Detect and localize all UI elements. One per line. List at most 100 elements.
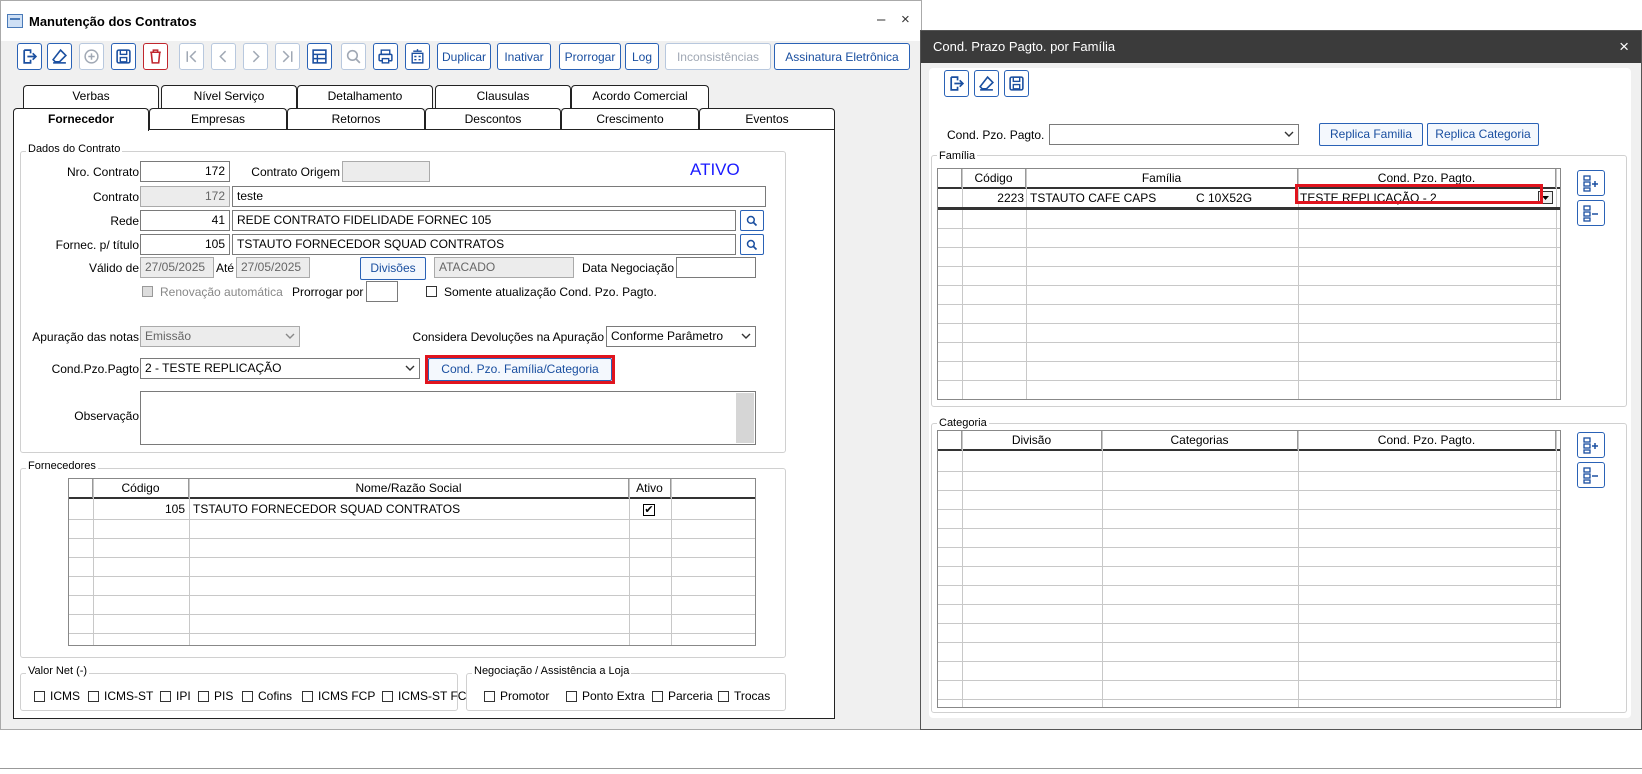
col-header-codigo[interactable]: Código [93,479,189,499]
observacao-textarea[interactable] [140,391,756,445]
valido-de-label: Válido de [88,261,139,275]
tab-acordo-comercial[interactable]: Acordo Comercial [571,85,709,108]
ativo-checkbox[interactable]: ✔ [643,504,655,516]
clear-button[interactable] [47,43,72,70]
contrato-origem-field[interactable] [342,161,430,182]
grid-line [69,519,755,520]
apuracao-label: Apuração das notas [32,330,139,344]
print-button[interactable] [373,43,398,70]
somente-atualizacao-checkbox[interactable] [426,286,437,297]
prorrogar-por-field[interactable] [366,281,398,302]
fornec-code-field[interactable]: 105 [140,234,230,255]
trocas-checkbox[interactable] [718,691,729,702]
log-button[interactable]: Log [625,43,659,70]
tab-empresas[interactable]: Empresas [149,108,287,131]
parceria-checkbox[interactable] [652,691,663,702]
divisoes-button[interactable]: Divisões [360,257,426,280]
inativar-button[interactable]: Inativar [497,43,551,70]
replica-categoria-button[interactable]: Replica Categoria [1427,123,1539,146]
promotor-checkbox[interactable] [484,691,495,702]
data-negociacao-field[interactable] [676,257,756,278]
grid-line [938,623,1560,624]
chevron-down-icon [1284,131,1294,137]
tab-verbas[interactable]: Verbas [23,85,159,108]
valido-de-field[interactable]: 27/05/2025 [140,257,214,278]
familia-add-row-button[interactable] [1577,170,1605,196]
tab-crescimento[interactable]: Crescimento [561,108,699,131]
pis-checkbox[interactable] [198,691,209,702]
add-button[interactable] [79,43,104,70]
dialog-exit-button[interactable] [944,70,969,97]
highlight-box [1295,184,1543,204]
icms-fcp-checkbox[interactable] [302,691,313,702]
icms-checkbox[interactable] [34,691,45,702]
calculator-button[interactable] [405,43,430,70]
parceria-label: Parceria [668,689,713,703]
nro-contrato-field[interactable]: 172 [140,161,230,182]
grid-view-button[interactable] [307,43,332,70]
icms-st-checkbox[interactable] [88,691,99,702]
tab-retornos[interactable]: Retornos [287,108,425,131]
search-button[interactable] [341,43,366,70]
grid-line [938,699,1560,700]
last-record-button[interactable] [275,43,300,70]
dialog-clear-button[interactable] [974,70,999,97]
cond-pzo-pagto-select[interactable]: 2 - TESTE REPLICAÇÃO [140,358,420,379]
ipi-checkbox[interactable] [160,691,171,702]
row-nome: TSTAUTO FORNECEDOR SQUAD CONTRATOS [193,502,461,516]
minimize-button[interactable]: – [877,11,885,28]
contrato-description-field[interactable]: teste [232,186,766,207]
dialog-save-button[interactable] [1004,70,1029,97]
tab-clausulas[interactable]: Clausulas [435,85,571,108]
grid-line [671,479,672,645]
divisao-field[interactable]: ATACADO [434,257,574,278]
familia-remove-row-button[interactable] [1577,200,1605,226]
observacao-scrollbar[interactable] [736,393,754,443]
replica-familia-button[interactable]: Replica Familia [1319,123,1423,146]
rede-name-field[interactable]: REDE CONTRATO FIDELIDADE FORNEC 105 [232,210,736,231]
categoria-remove-row-button[interactable] [1577,462,1605,488]
renovacao-checkbox[interactable] [142,286,153,297]
tab-detalhamento[interactable]: Detalhamento [297,85,433,108]
col-header-divisao[interactable]: Divisão [962,431,1102,451]
save-button[interactable] [111,43,136,70]
inconsistencias-button[interactable]: Inconsistências [665,43,771,70]
fornec-name-field[interactable]: TSTAUTO FORNECEDOR SQUAD CONTRATOS [232,234,736,255]
dialog-cond-select[interactable] [1049,124,1299,145]
col-header-cond[interactable]: Cond. Pzo. Pagto. [1298,431,1556,451]
previous-record-button[interactable] [211,43,236,70]
highlight-box [425,355,615,384]
rede-search-button[interactable] [740,210,764,231]
categoria-grid[interactable]: Divisão Categorias Cond. Pzo. Pagto. [937,430,1561,708]
ponto-extra-checkbox[interactable] [566,691,577,702]
exit-button[interactable] [17,43,42,70]
col-header-familia[interactable]: Família [1026,169,1298,189]
tab-fornecedor[interactable]: Fornecedor [13,108,149,131]
next-record-button[interactable] [243,43,268,70]
prorrogar-button[interactable]: Prorrogar [559,43,621,70]
dialog-close-button[interactable]: × [1619,31,1629,63]
first-record-button[interactable] [179,43,204,70]
duplicar-button[interactable]: Duplicar [437,43,491,70]
assinatura-eletronica-button[interactable]: Assinatura Eletrônica [774,43,910,70]
rede-code-field[interactable]: 41 [140,210,230,231]
considera-devolucoes-select[interactable]: Conforme Parâmetro [606,326,756,347]
tab-nivel-servico[interactable]: Nível Serviço [161,85,297,108]
icms-st-fcp-checkbox[interactable] [382,691,393,702]
col-header-ativo[interactable]: Ativo [629,479,671,499]
cofins-label: Cofins [258,689,293,703]
apuracao-select[interactable]: Emissão [140,326,300,347]
cofins-checkbox[interactable] [242,691,253,702]
ate-field[interactable]: 27/05/2025 [236,257,310,278]
fornec-search-button[interactable] [740,234,764,255]
col-header-nome[interactable]: Nome/Razão Social [189,479,629,499]
col-header-categorias[interactable]: Categorias [1102,431,1298,451]
tab-descontos[interactable]: Descontos [425,108,561,131]
tab-eventos[interactable]: Eventos [699,108,835,131]
delete-button[interactable] [143,43,168,70]
contrato-number-field[interactable]: 172 [140,186,230,207]
fornecedores-grid[interactable]: Código Nome/Razão Social Ativo 105 TSTAU… [68,478,756,646]
col-header-codigo[interactable]: Código [962,169,1026,189]
close-button[interactable]: × [901,11,910,28]
categoria-add-row-button[interactable] [1577,432,1605,458]
